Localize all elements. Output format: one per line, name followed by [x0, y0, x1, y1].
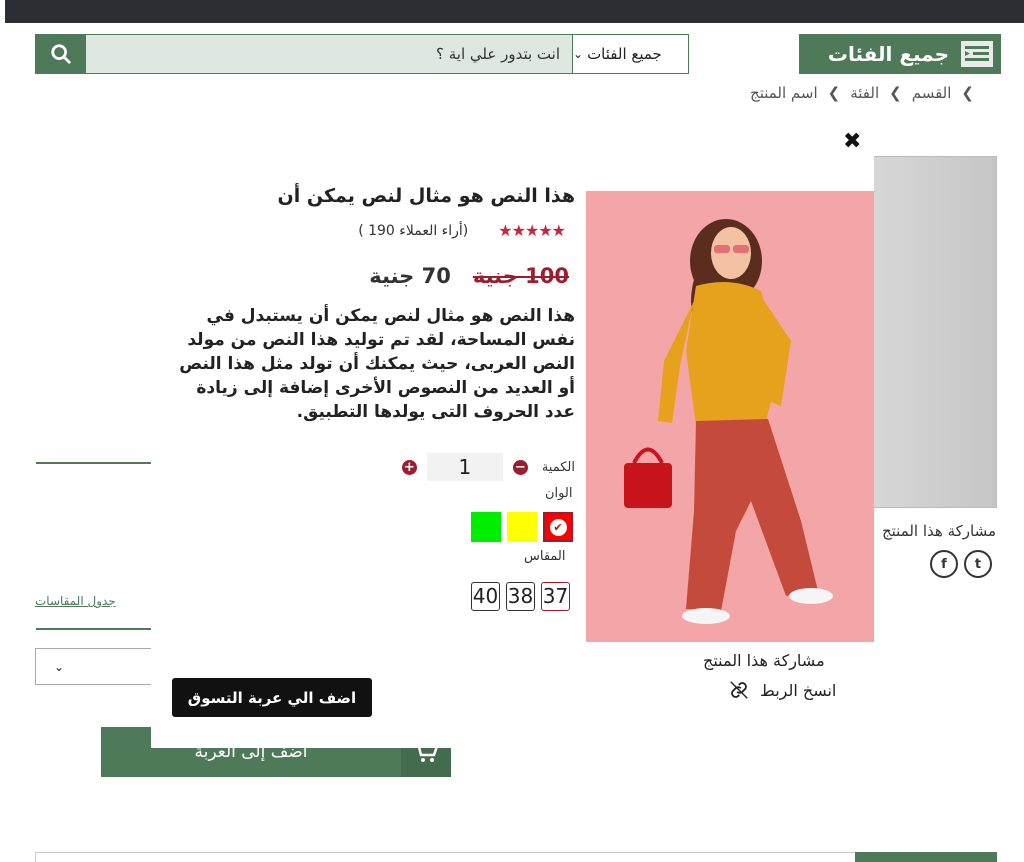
copy-link-button[interactable]: انسخ الربط: [728, 679, 836, 701]
prices: 100 جنية 70 جنية: [169, 264, 575, 288]
size-select[interactable]: ⌄: [35, 648, 155, 685]
share-title: مشاركة هذا المنتج: [703, 651, 825, 670]
new-price: 70 جنية: [369, 264, 451, 288]
star-rating-icon: ★★★★★: [498, 221, 566, 240]
close-icon[interactable]: ✖: [843, 129, 861, 154]
menu-list-icon: [961, 41, 993, 67]
plus-icon[interactable]: +: [401, 459, 417, 475]
category-select[interactable]: جميع الفئات ⌄: [572, 35, 688, 73]
quantity-stepper: − 1 +: [401, 453, 528, 481]
chevron-down-icon: ⌄: [54, 659, 65, 674]
search-bar: جميع الفئات ⌄: [35, 34, 689, 74]
search-button[interactable]: [36, 35, 86, 73]
minus-icon[interactable]: −: [512, 459, 528, 475]
colors-label: الوان: [545, 486, 573, 501]
product-model-image: [586, 191, 874, 642]
breadcrumb: ❯ القسم ❯ الفئة ❯ اسم المنتج: [750, 84, 974, 102]
twitter-icon[interactable]: t: [964, 550, 992, 578]
social-links: f t: [930, 550, 992, 578]
search-input[interactable]: [86, 35, 572, 73]
check-icon: ✔: [549, 518, 567, 536]
chevron-right-icon: ❯: [827, 84, 841, 102]
size-options: 37 38 40: [471, 582, 570, 611]
share-label: مشاركة هذا المنتج: [881, 522, 996, 540]
size-table-link[interactable]: جدول المقاسات: [35, 594, 116, 608]
breadcrumb-item-section[interactable]: القسم: [912, 84, 952, 102]
facebook-icon[interactable]: f: [930, 550, 958, 578]
breadcrumb-item-category[interactable]: الفئة: [850, 84, 879, 102]
product-description: هذا النص هو مثال لنص يمكن أن يستبدل في ن…: [179, 306, 575, 422]
category-select-value: جميع الفئات: [587, 45, 662, 63]
quick-view-modal: ✖ هذا النص هو مثال لنص يمكن أن ★★★★★ (أر…: [151, 115, 874, 748]
quantity-row: الكمية − 1 +: [151, 453, 575, 481]
divider: [36, 462, 156, 464]
quantity-value[interactable]: 1: [426, 453, 503, 481]
color-swatch[interactable]: ✔: [543, 512, 573, 542]
divider: [36, 628, 156, 630]
color-swatch[interactable]: [507, 512, 537, 542]
top-bar: [5, 0, 1024, 23]
size-label: المقاس: [524, 549, 566, 564]
breadcrumb-item-product: اسم المنتج: [750, 84, 818, 102]
quantity-label: الكمية: [541, 459, 575, 475]
rating: ★★★★★ (أراء العملاء 190 ): [169, 221, 575, 240]
bottom-panel: [35, 852, 997, 862]
chevron-right-icon: ❯: [961, 84, 974, 102]
size-option[interactable]: 37: [541, 582, 570, 611]
chevron-down-icon: ⌄: [573, 47, 584, 61]
bottom-tab: [855, 852, 997, 862]
all-categories-button[interactable]: جميع الفئات: [799, 34, 1001, 74]
product-info: هذا النص هو مثال لنص يمكن أن ★★★★★ (أراء…: [169, 185, 575, 424]
size-option[interactable]: 40: [471, 582, 500, 611]
chevron-right-icon: ❯: [889, 84, 902, 102]
copy-link-label: انسخ الربط: [760, 680, 837, 700]
link-icon: [730, 681, 748, 699]
color-swatch[interactable]: [471, 512, 501, 542]
search-icon: [51, 44, 71, 64]
all-categories-label: جميع الفئات: [827, 42, 949, 66]
reviews-count[interactable]: (أراء العملاء 190 ): [358, 223, 468, 239]
size-option[interactable]: 38: [506, 582, 535, 611]
color-swatches: ✔: [471, 512, 573, 542]
old-price: 100 جنية: [472, 264, 569, 288]
product-image: [870, 156, 997, 508]
add-to-cart-button[interactable]: اضف الي عربة التسوق: [172, 678, 372, 717]
product-title: هذا النص هو مثال لنص يمكن أن: [277, 185, 575, 207]
